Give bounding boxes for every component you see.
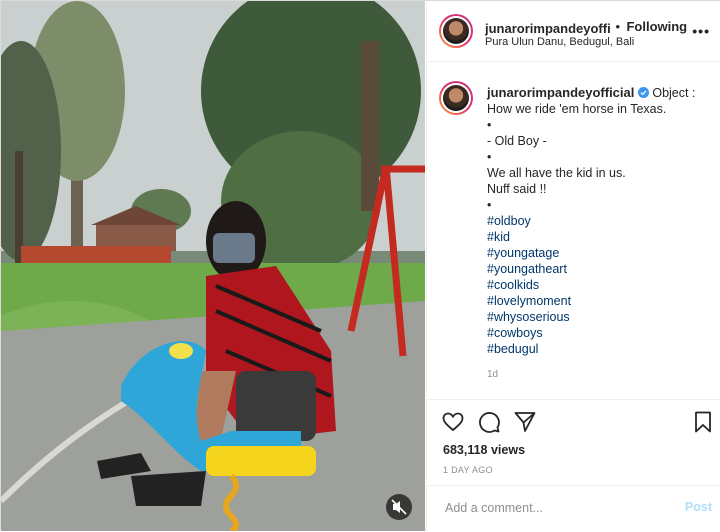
caption-line: How we ride 'em horse in Texas. <box>487 102 667 116</box>
instagram-post: junarorimpandeyofficial • Following Pura… <box>0 0 720 531</box>
comment-icon <box>479 412 500 433</box>
caption-line: • <box>487 198 492 212</box>
post-header: junarorimpandeyofficial • Following Pura… <box>427 1 720 62</box>
caption-line: Object : <box>652 86 696 100</box>
bookmark-icon <box>695 411 711 433</box>
caption-avatar[interactable] <box>439 81 473 115</box>
caption-line: • <box>487 118 492 132</box>
hashtag-link[interactable]: #oldboy <box>487 213 712 229</box>
hashtag-link[interactable]: #cowboys <box>487 325 712 341</box>
video-frame <box>1 1 425 531</box>
header-username[interactable]: junarorimpandeyofficial <box>485 21 611 36</box>
location-link[interactable]: Pura Ulun Danu, Bedugul, Bali <box>485 36 634 48</box>
hashtag-link[interactable]: #bedugul <box>487 341 712 357</box>
heart-icon <box>442 412 464 432</box>
following-button[interactable]: Following <box>626 19 687 34</box>
caption-line: We all have the kid in us. <box>487 166 626 180</box>
hashtag-link[interactable]: #youngatage <box>487 245 712 261</box>
caption-line: • <box>487 150 492 164</box>
action-bar: 683,118 views 1 DAY AGO <box>427 399 720 485</box>
comment-button[interactable] <box>477 410 501 434</box>
post-video[interactable] <box>1 1 425 531</box>
verified-badge-icon <box>637 87 649 98</box>
post-comment-button[interactable]: Post <box>685 500 712 514</box>
hashtag-link[interactable]: #whysoserious <box>487 309 712 325</box>
share-button[interactable] <box>513 410 537 434</box>
header-separator: • <box>615 19 621 34</box>
caption-line: - Old Boy - <box>487 134 547 148</box>
comment-input[interactable] <box>443 500 667 516</box>
avatar[interactable] <box>439 14 473 48</box>
header-title-row: junarorimpandeyofficial • Following <box>485 18 705 36</box>
send-icon <box>514 412 536 432</box>
caption-age[interactable]: 1d <box>487 367 712 383</box>
comment-bar: Post <box>427 485 720 532</box>
post-date[interactable]: 1 DAY AGO <box>443 465 493 475</box>
mute-button[interactable] <box>386 494 412 520</box>
hashtag-link[interactable]: #lovelymoment <box>487 293 712 309</box>
hashtag-link[interactable]: #kid <box>487 229 712 245</box>
more-options-button[interactable]: ••• <box>692 23 710 39</box>
ellipsis-icon: ••• <box>692 23 710 39</box>
view-count[interactable]: 683,118 views <box>443 443 525 457</box>
caption-username[interactable]: junarorimpandeyofficial <box>487 85 634 100</box>
caption-line: Nuff said !! <box>487 182 547 196</box>
hashtag-link[interactable]: #coolkids <box>487 277 712 293</box>
hashtag-link[interactable]: #youngatheart <box>487 261 712 277</box>
caption-text: junarorimpandeyofficial Object : How we … <box>487 85 712 383</box>
post-sidebar: junarorimpandeyofficial • Following Pura… <box>426 1 720 531</box>
speaker-muted-icon <box>391 499 407 515</box>
like-button[interactable] <box>441 410 465 434</box>
save-button[interactable] <box>691 410 715 434</box>
